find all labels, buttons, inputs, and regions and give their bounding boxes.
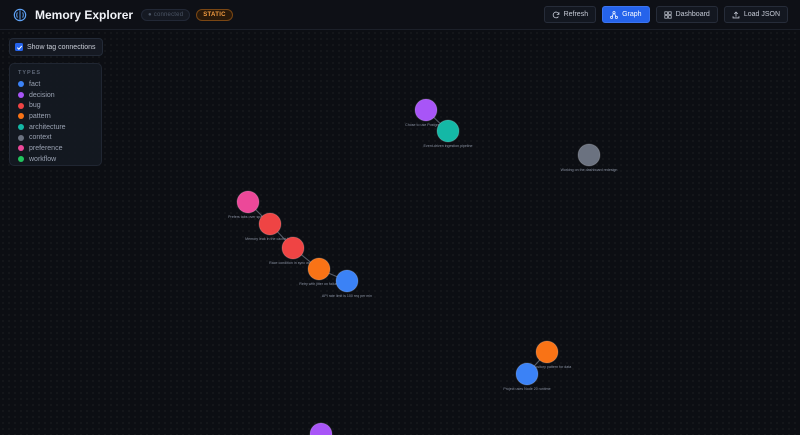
legend-item-label: decision xyxy=(29,91,55,99)
legend-item-label: bug xyxy=(29,102,41,110)
tag-connections-toggle[interactable]: Show tag connections xyxy=(9,38,103,56)
graph-node-circle[interactable] xyxy=(307,257,331,281)
upload-icon xyxy=(732,11,740,18)
legend-item-label: preference xyxy=(29,144,63,152)
nodes-layer: Chose to use PostgreSQLEvent-driven inge… xyxy=(228,98,618,435)
graph-svg[interactable]: Chose to use PostgreSQLEvent-driven inge… xyxy=(0,31,800,435)
memory-graph-canvas[interactable]: Chose to use PostgreSQL Event-driven inge… xyxy=(0,31,800,435)
graph-node-label: Project uses Node 20 runtime xyxy=(503,387,550,391)
load-json-button-label: Load JSON xyxy=(743,11,780,18)
graph-node-label: Event-driven ingestion pipeline xyxy=(424,144,473,148)
graph-node-preference[interactable]: Prefers tabs over spaces xyxy=(228,190,268,219)
graph-node-circle[interactable] xyxy=(309,422,333,435)
legend-dot xyxy=(18,156,24,163)
graph-node-label: API rate limit is 100 req per min xyxy=(322,294,372,298)
graph-node-context[interactable]: Working on the dashboard redesign xyxy=(561,143,618,172)
refresh-button[interactable]: Refresh xyxy=(543,6,597,23)
legend-dot xyxy=(18,92,24,99)
legend-dot xyxy=(18,102,24,109)
graph-node-circle[interactable] xyxy=(577,143,601,167)
tag-connections-label: Show tag connections xyxy=(27,43,96,51)
legend-item-pattern: pattern xyxy=(18,111,93,122)
app-window: Memory Explorer ● connected STATIC Refre… xyxy=(0,0,800,435)
legend-item-label: pattern xyxy=(29,112,51,120)
tag-connections-checkbox[interactable] xyxy=(15,43,23,51)
graph-node-circle[interactable] xyxy=(436,119,460,143)
legend-dot xyxy=(18,81,24,88)
graph-node-circle[interactable] xyxy=(236,190,260,214)
graph-node-circle[interactable] xyxy=(515,362,539,386)
dashboard-view-button-label: Dashboard xyxy=(675,11,710,18)
mode-badge: STATIC xyxy=(196,8,233,21)
graph-node-label: Retry with jitter on failure xyxy=(299,282,339,286)
legend-dot xyxy=(18,124,24,131)
graph-node-circle[interactable] xyxy=(414,98,438,122)
checkmark-icon xyxy=(16,45,22,50)
legend-item-preference: preference xyxy=(18,143,93,154)
graph-node-bug[interactable]: Race condition in sync worker xyxy=(269,236,318,265)
brain-logo-icon xyxy=(12,7,28,23)
refresh-icon xyxy=(552,11,559,18)
dashboard-view-button[interactable]: Dashboard xyxy=(655,6,718,23)
load-json-button[interactable]: Load JSON xyxy=(723,6,788,23)
refresh-button-label: Refresh xyxy=(563,11,589,18)
legend-item-context: context xyxy=(18,132,93,143)
legend-dot xyxy=(18,134,24,141)
connection-status-badge: ● connected xyxy=(141,8,191,21)
legend-dot xyxy=(18,145,24,152)
legend-items: fact decision bug pattern architecture contex… xyxy=(18,79,93,165)
legend-item-label: fact xyxy=(29,80,41,88)
legend-dot xyxy=(18,113,24,120)
graph-node-circle[interactable] xyxy=(335,269,359,293)
legend-item-architecture: architecture xyxy=(18,122,93,133)
legend-item-workflow: workflow xyxy=(18,154,93,165)
graph-node-circle[interactable] xyxy=(258,212,282,236)
app-title: Memory Explorer xyxy=(35,7,134,22)
legend-item-bug: bug xyxy=(18,100,93,111)
graph-node-decision[interactable]: Migrate to monorepo xyxy=(304,422,337,435)
legend-item-fact: fact xyxy=(18,79,93,90)
graph-view-button-label: Graph xyxy=(622,11,642,18)
legend-item-label: context xyxy=(29,134,52,142)
top-header: Memory Explorer ● connected STATIC Refre… xyxy=(0,0,800,30)
legend-item-decision: decision xyxy=(18,90,93,101)
graph-icon xyxy=(610,10,618,19)
dashboard-icon xyxy=(664,10,672,19)
types-legend: TYPES fact decision bug pattern architecture… xyxy=(9,63,102,166)
legend-item-label: workflow xyxy=(29,155,57,163)
graph-node-circle[interactable] xyxy=(281,236,305,260)
graph-node-circle[interactable] xyxy=(535,340,559,364)
legend-title: TYPES xyxy=(18,70,42,76)
graph-view-button[interactable]: Graph xyxy=(602,6,650,23)
header-actions: Refresh Graph Dashboard Load JSON xyxy=(543,6,788,23)
legend-item-label: architecture xyxy=(29,123,66,131)
graph-node-label: Working on the dashboard redesign xyxy=(561,168,618,172)
